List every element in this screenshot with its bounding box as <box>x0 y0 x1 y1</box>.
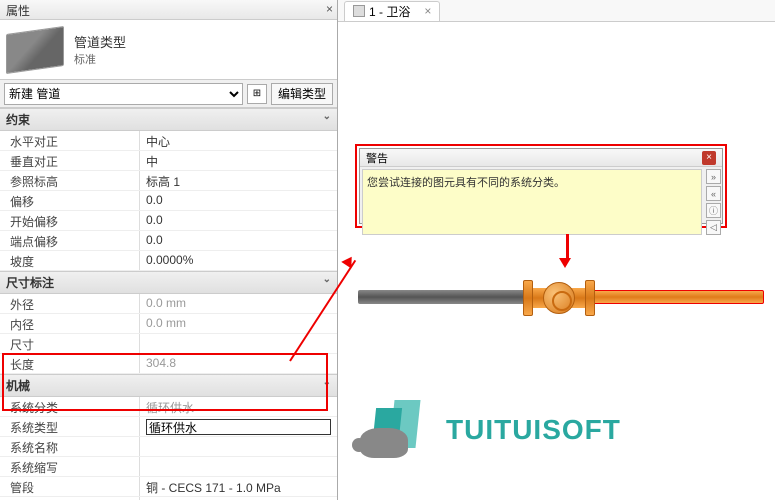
prop-row: 坡度0.0000% <box>0 251 337 271</box>
type-selector-bar: 新建 管道 ⊞ 编辑类型 <box>0 80 337 108</box>
edit-type-button[interactable]: 编辑类型 <box>271 83 333 105</box>
warning-message: 您尝试连接的图元具有不同的系统分类。 <box>362 169 702 235</box>
chevron-icon: ⌄ <box>323 377 331 388</box>
pipe-fitting[interactable] <box>523 278 595 318</box>
family-type: 标准 <box>74 51 126 67</box>
warning-expand-less-icon[interactable]: « <box>706 186 721 201</box>
chevron-icon: ⌄ <box>323 111 331 122</box>
group-dimensions[interactable]: 尺寸标注⌄ <box>0 271 337 294</box>
prop-row: 管段铜 - CECS 171 - 1.0 MPa <box>0 477 337 497</box>
warning-title: 警告 <box>366 150 388 166</box>
prop-row: 垂直对正中 <box>0 151 337 171</box>
prop-row: 长度304.8 <box>0 354 337 374</box>
prop-row: 系统缩写 <box>0 457 337 477</box>
prop-row: 参照标高标高 1 <box>0 171 337 191</box>
system-type-input[interactable] <box>146 419 331 435</box>
fitting-valve-icon <box>543 282 575 314</box>
pipe-segment-left[interactable] <box>358 290 528 304</box>
prop-row: 开始偏移0.0 <box>0 211 337 231</box>
type-selector-dropdown[interactable]: 新建 管道 <box>4 83 243 105</box>
view-tab-strip: 1 - 卫浴 × <box>338 0 775 22</box>
prop-row: 外径0.0 mm <box>0 294 337 314</box>
warning-close-icon[interactable]: × <box>702 151 716 165</box>
prop-row: 端点偏移0.0 <box>0 231 337 251</box>
view-tab-label: 1 - 卫浴 <box>369 3 410 20</box>
properties-panel: 属性 × 管道类型 标准 新建 管道 ⊞ 编辑类型 约束⌄ 水平对正中心 垂直对… <box>0 0 338 500</box>
warning-dialog: 警告 × 您尝试连接的图元具有不同的系统分类。 » « ⓘ ◁ <box>359 148 723 224</box>
filter-icon[interactable]: ⊞ <box>247 84 267 104</box>
chevron-icon: ⌄ <box>323 274 331 285</box>
family-selector[interactable]: 管道类型 标准 <box>0 20 337 80</box>
prop-row: 系统名称 <box>0 437 337 457</box>
prop-row: 内径0.0 mm <box>0 314 337 334</box>
group-constraints[interactable]: 约束⌄ <box>0 108 337 131</box>
family-thumbnail-icon <box>6 25 64 73</box>
warning-info-icon[interactable]: ⓘ <box>706 203 721 218</box>
prop-row: 偏移0.0 <box>0 191 337 211</box>
view-tab-icon <box>353 5 365 17</box>
view-tab[interactable]: 1 - 卫浴 × <box>344 1 440 21</box>
flange-right-icon <box>585 280 595 316</box>
watermark-logo: TUITUISOFT <box>360 400 621 460</box>
prop-row-system-type: 系统类型 <box>0 417 337 437</box>
logo-text: TUITUISOFT <box>446 414 621 446</box>
tab-close-icon[interactable]: × <box>424 4 431 18</box>
panel-title: 属性 <box>6 4 30 18</box>
prop-row-system-classification: 系统分类循环供水 <box>0 397 337 417</box>
prop-row: 水平对正中心 <box>0 131 337 151</box>
panel-close-icon[interactable]: × <box>326 2 333 16</box>
family-name: 管道类型 <box>74 32 126 51</box>
pipe-segment-right[interactable] <box>589 290 764 304</box>
pipe-assembly <box>358 278 764 318</box>
panel-header: 属性 × <box>0 0 337 20</box>
group-mechanical[interactable]: 机械⌄ <box>0 374 337 397</box>
flange-left-icon <box>523 280 533 316</box>
warning-expand-more-icon[interactable]: » <box>706 169 721 184</box>
properties-list[interactable]: 约束⌄ 水平对正中心 垂直对正中 参照标高标高 1 偏移0.0 开始偏移0.0 … <box>0 108 337 500</box>
warning-speaker-icon[interactable]: ◁ <box>706 220 721 235</box>
annotation-highlight-warning: 警告 × 您尝试连接的图元具有不同的系统分类。 » « ⓘ ◁ <box>355 144 727 228</box>
prop-row: 尺寸 <box>0 334 337 354</box>
logo-mark-icon <box>360 400 432 460</box>
